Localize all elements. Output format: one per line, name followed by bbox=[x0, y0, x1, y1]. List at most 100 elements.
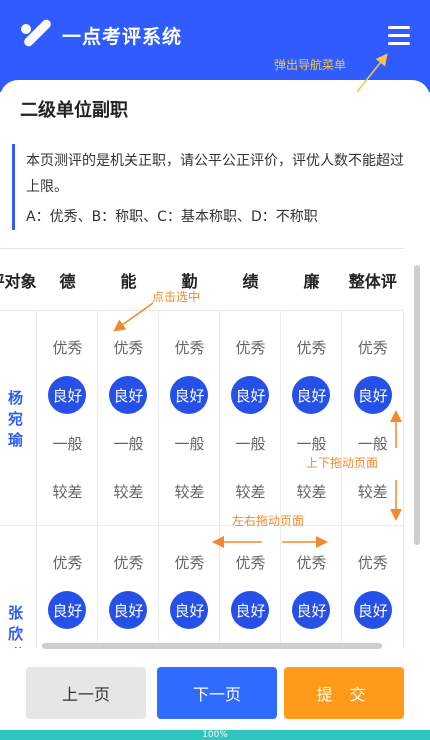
grade-option[interactable]: 优秀 bbox=[98, 538, 158, 586]
grade-cell: 优秀良好一般较差 bbox=[280, 525, 343, 648]
grade-cell: 优秀良好一般较差 bbox=[36, 310, 99, 526]
grade-option-selected[interactable]: 良好 bbox=[159, 586, 219, 634]
grade-option[interactable]: 一般 bbox=[159, 419, 219, 467]
horizontal-drag-hint: 左右拖动页面 bbox=[232, 514, 305, 528]
grade-option[interactable]: 优秀 bbox=[37, 538, 97, 586]
grade-option[interactable]: 较差 bbox=[37, 467, 97, 515]
grade-option-label: 一般 bbox=[52, 434, 83, 453]
header-target: 评对象 bbox=[0, 248, 37, 311]
table-row: 杨宛瑜 优秀 良好 一般 较差 优秀 良好 一般 较差 优秀 良好 一般 较差 优秀 良好 一般 较差 优秀 良好一… bbox=[0, 310, 404, 526]
grade-option-selected[interactable]: 良好 bbox=[281, 371, 341, 419]
grade-option-label: 良好 bbox=[231, 376, 270, 414]
grade-option[interactable]: 较差 bbox=[343, 467, 403, 515]
grade-option-selected[interactable]: 良好 bbox=[159, 371, 219, 419]
page-title: 二级单位副职 bbox=[20, 100, 128, 121]
grade-cell: 优秀良好一般较差 bbox=[341, 310, 404, 526]
grade-option-selected[interactable]: 良好 bbox=[343, 586, 403, 634]
grade-option[interactable]: 优秀 bbox=[343, 323, 403, 371]
grade-option-label: 一般 bbox=[113, 434, 144, 453]
table-header-row: 评对象 德 能 勤 绩 廉 整体评 bbox=[0, 248, 404, 311]
notice-box: 本页测评的是机关正职，请公平公正评价，评优人数不能超过上限。 A：优秀、B：称职… bbox=[12, 144, 412, 230]
grade-option-label: 良好 bbox=[170, 376, 209, 414]
app-logo: 一点考评系统 bbox=[18, 17, 182, 52]
grade-option[interactable]: 优秀 bbox=[159, 538, 219, 586]
grade-cell: 优秀良好一般较差 bbox=[158, 310, 221, 526]
header-ji: 绩 bbox=[219, 248, 281, 311]
grade-option[interactable]: 优秀 bbox=[37, 323, 97, 371]
grade-option-selected[interactable]: 良好 bbox=[220, 371, 280, 419]
grade-option[interactable]: 优秀 bbox=[220, 538, 280, 586]
app-header: 一点考评系统 弹出导航菜单 bbox=[0, 0, 430, 92]
grade-option-label: 优秀 bbox=[357, 553, 388, 572]
grade-option-label: 较差 bbox=[357, 482, 388, 501]
grade-option[interactable]: 一般 bbox=[37, 419, 97, 467]
grade-option-selected[interactable]: 良好 bbox=[37, 371, 97, 419]
select-hint: 点击选中 bbox=[152, 290, 201, 304]
grade-option-label: 优秀 bbox=[296, 553, 327, 572]
grade-option-label: 优秀 bbox=[296, 338, 327, 357]
grade-option-label: 良好 bbox=[292, 591, 331, 629]
vertical-drag-hint: 上下拖动页面 bbox=[306, 456, 379, 470]
grade-option-selected[interactable]: 良好 bbox=[98, 586, 158, 634]
grade-option-label: 良好 bbox=[353, 376, 392, 414]
vertical-scrollbar[interactable] bbox=[414, 265, 420, 545]
grade-option-label: 较差 bbox=[52, 482, 83, 501]
evaluatee-name: 张欣琪 bbox=[0, 525, 38, 648]
grade-option-label: 良好 bbox=[109, 591, 148, 629]
grade-cell: 优秀良好一般较差 bbox=[97, 310, 160, 526]
grade-option-label: 优秀 bbox=[357, 338, 388, 357]
grade-option-selected[interactable]: 良好 bbox=[281, 586, 341, 634]
grade-option-label: 良好 bbox=[353, 591, 392, 629]
grade-option[interactable]: 一般 bbox=[98, 419, 158, 467]
grade-option[interactable]: 一般 bbox=[220, 419, 280, 467]
submit-button[interactable]: 提 交 bbox=[284, 667, 404, 719]
grade-option-selected[interactable]: 良好 bbox=[37, 586, 97, 634]
grade-option-selected[interactable]: 良好 bbox=[343, 371, 403, 419]
grade-option[interactable]: 优秀 bbox=[220, 323, 280, 371]
grade-option-label: 一般 bbox=[235, 434, 266, 453]
grade-option-label: 良好 bbox=[48, 376, 87, 414]
grade-option-selected[interactable]: 良好 bbox=[98, 371, 158, 419]
grade-option-label: 良好 bbox=[231, 591, 270, 629]
grade-option-label: 优秀 bbox=[235, 553, 266, 572]
grade-cell: 优秀良好一般较差 bbox=[36, 525, 99, 648]
grade-cell: 优秀良好一般较差 bbox=[219, 310, 282, 526]
grade-option-label: 较差 bbox=[174, 482, 205, 501]
menu-icon[interactable] bbox=[388, 26, 410, 46]
grade-option[interactable]: 较差 bbox=[220, 467, 280, 515]
grade-option-label: 较差 bbox=[113, 482, 144, 501]
main-card: 二级单位副职 本页测评的是机关正职，请公平公正评价，评优人数不能超过上限。 A：… bbox=[0, 80, 430, 730]
grade-option-label: 优秀 bbox=[174, 553, 205, 572]
evaluation-table[interactable]: 评对象 德 能 勤 绩 廉 整体评 杨宛瑜优秀良好一般较差优秀良好一般较差优秀良… bbox=[0, 248, 416, 648]
grade-option[interactable]: 优秀 bbox=[343, 538, 403, 586]
grade-option[interactable]: 较差 bbox=[98, 467, 158, 515]
grade-option-selected[interactable]: 良好 bbox=[220, 586, 280, 634]
grade-option-label: 较差 bbox=[296, 482, 327, 501]
progress-bar: 100% bbox=[0, 730, 430, 740]
evaluatee-name: 杨宛瑜 bbox=[0, 310, 38, 526]
logo-icon bbox=[18, 17, 53, 52]
menu-hint: 弹出导航菜单 bbox=[274, 58, 347, 72]
grade-option[interactable]: 优秀 bbox=[281, 538, 341, 586]
next-page-button[interactable]: 下一页 bbox=[157, 667, 277, 719]
grade-cell: 优秀良好一般较差 bbox=[219, 525, 282, 648]
grade-legend: A：优秀、B：称职、C：基本称职、D：不称职 bbox=[26, 209, 318, 225]
grade-option-label: 优秀 bbox=[113, 553, 144, 572]
grade-cell: 优秀良好一般较差 bbox=[158, 525, 221, 648]
grade-option-label: 优秀 bbox=[113, 338, 144, 357]
grade-cell: 优秀良好一般较差 bbox=[341, 525, 404, 648]
progress-label: 100% bbox=[202, 730, 228, 740]
notice-text: 本页测评的是机关正职，请公平公正评价，评优人数不能超过上限。 bbox=[26, 153, 404, 195]
grade-option-label: 较差 bbox=[235, 482, 266, 501]
grade-option[interactable]: 优秀 bbox=[98, 323, 158, 371]
grade-option[interactable]: 优秀 bbox=[159, 323, 219, 371]
grade-option[interactable]: 较差 bbox=[159, 467, 219, 515]
grade-option[interactable]: 较差 bbox=[281, 467, 341, 515]
header-lian: 廉 bbox=[280, 248, 342, 311]
horizontal-scrollbar[interactable] bbox=[42, 643, 382, 649]
grade-cell: 优秀良好一般较差 bbox=[97, 525, 160, 648]
prev-page-button[interactable]: 上一页 bbox=[26, 667, 146, 719]
grade-option[interactable]: 优秀 bbox=[281, 323, 341, 371]
grade-option-label: 优秀 bbox=[174, 338, 205, 357]
grade-option-label: 一般 bbox=[357, 434, 388, 453]
